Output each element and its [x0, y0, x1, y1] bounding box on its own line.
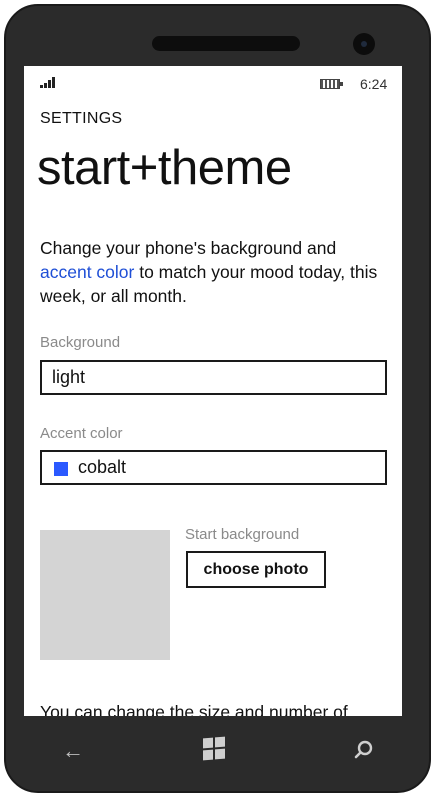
background-label: Background — [40, 334, 121, 351]
accent-color-picker[interactable]: cobalt — [40, 450, 387, 485]
page-title: start+theme — [37, 141, 292, 195]
phone-screen: 6:24 SETTINGS start+theme Change your ph… — [24, 66, 402, 716]
description-part-1: Change your phone's background and — [40, 238, 337, 258]
battery-icon — [320, 79, 344, 90]
search-icon[interactable] — [354, 740, 374, 760]
background-picker[interactable]: light — [40, 360, 387, 395]
status-bar: 6:24 — [24, 66, 402, 96]
section-label: SETTINGS — [40, 110, 123, 127]
accent-color-value: cobalt — [78, 457, 127, 477]
description-text: Change your phone's background and accen… — [40, 236, 385, 308]
speaker-grille — [152, 36, 300, 51]
status-time: 6:24 — [360, 76, 388, 92]
footer-text: You can change the size and number of — [40, 702, 348, 716]
accent-swatch — [54, 462, 68, 476]
back-arrow-icon[interactable]: ← — [61, 739, 85, 763]
choose-photo-button[interactable]: choose photo — [186, 551, 326, 588]
signal-strength-icon — [40, 76, 58, 88]
start-background-preview[interactable] — [40, 530, 170, 660]
windows-logo-icon[interactable] — [203, 736, 225, 761]
front-camera — [353, 33, 375, 55]
accent-color-label: Accent color — [40, 425, 123, 442]
background-value: light — [52, 367, 86, 387]
accent-color-link[interactable]: accent color — [40, 262, 134, 282]
hardware-nav-bar: ← — [24, 716, 402, 786]
start-background-label: Start background — [185, 526, 300, 543]
